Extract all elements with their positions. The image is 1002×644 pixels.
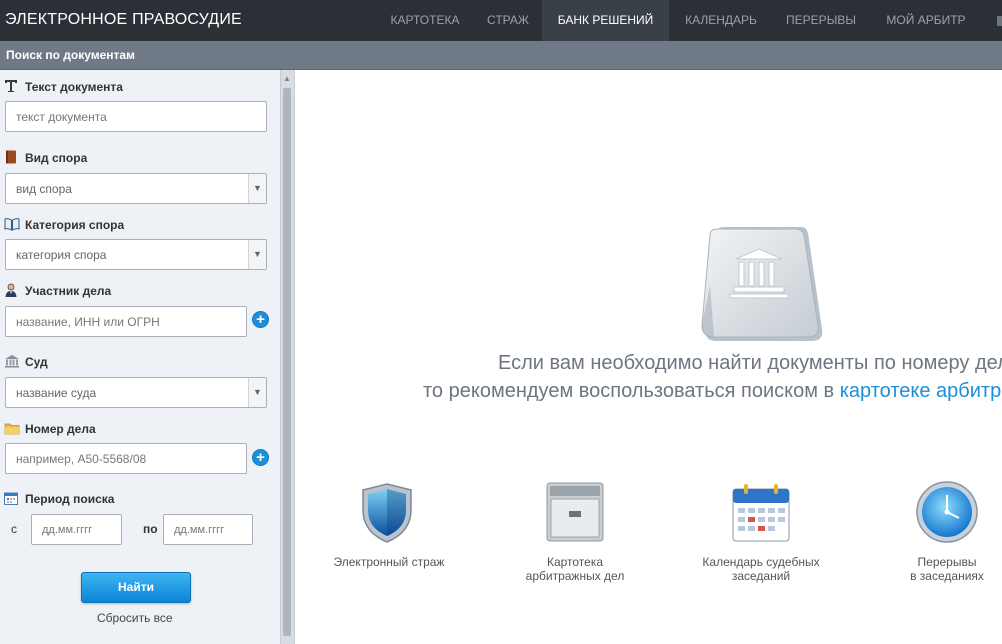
period-label: Период поиска	[25, 492, 115, 506]
dispute-category-value: категория спора	[16, 248, 107, 262]
nav-moy-arbitr[interactable]: МОЙ АРБИТР	[878, 0, 974, 41]
courthouse-icon	[5, 355, 19, 368]
shield-icon[interactable]	[360, 482, 414, 544]
participant-input[interactable]	[5, 306, 247, 337]
calendar-icon[interactable]	[732, 483, 790, 543]
court-value: название суда	[16, 386, 97, 400]
tile-pereryvy-line1: Перерывы	[917, 555, 977, 569]
tile-pereryvy-label[interactable]: Перерывы в заседаниях	[900, 555, 994, 583]
search-hint-line2-text: то рекомендуем воспользоваться поиском в	[423, 380, 840, 402]
cabinet-icon[interactable]	[545, 481, 605, 543]
nav-overflow-marker	[997, 16, 1002, 26]
tile-kartoteka-label[interactable]: Картотека арбитражных дел	[520, 555, 630, 583]
nav-bank-resheniy[interactable]: БАНК РЕШЕНИЙ	[542, 0, 669, 41]
participant-label: Участник дела	[25, 284, 112, 298]
tile-strazh-line1: Электронный страж	[333, 555, 445, 569]
add-participant-plus-icon[interactable]: +	[252, 311, 269, 328]
clock-icon[interactable]	[915, 480, 979, 544]
period-from-label: с	[11, 522, 17, 536]
search-hint-line1: Если вам необходимо найти документы по н…	[498, 352, 1002, 374]
tile-calendar-line1: Календарь судебных	[702, 555, 820, 569]
dispute-category-label: Категория спора	[25, 218, 125, 232]
book-icon	[6, 150, 16, 164]
doc-text-input[interactable]	[5, 101, 267, 132]
chevron-down-icon: ▼	[248, 240, 266, 269]
nav-strazh[interactable]: СТРАЖ	[480, 0, 536, 41]
doc-text-label: Текст документа	[25, 80, 123, 94]
sidebar-scrollbar-thumb[interactable]	[283, 88, 291, 636]
tile-kartoteka-line2: арбитражных дел	[525, 569, 625, 583]
dispute-type-value: вид спора	[16, 182, 72, 196]
scroll-up-arrow-icon[interactable]: ▲	[282, 74, 292, 84]
add-case-number-plus-icon[interactable]: +	[252, 449, 269, 466]
case-number-label: Номер дела	[25, 422, 96, 436]
calendar-small-icon	[4, 492, 18, 505]
period-to-input[interactable]	[163, 514, 253, 545]
nav-pereryvy[interactable]: ПЕРЕРЫВЫ	[778, 0, 864, 41]
section-header-bar	[0, 41, 1002, 70]
person-icon	[5, 283, 17, 297]
decisions-book-icon	[701, 227, 823, 341]
tile-pereryvy-line2: в заседаниях	[910, 569, 984, 583]
open-book-icon	[4, 218, 20, 231]
case-number-input[interactable]	[5, 443, 247, 474]
tile-kartoteka-line1: Картотека	[546, 555, 604, 569]
chevron-down-icon: ▼	[248, 174, 266, 203]
folder-icon	[4, 423, 20, 435]
panel-divider	[294, 70, 295, 644]
court-select[interactable]: название суда ▼	[5, 377, 267, 408]
period-from-input[interactable]	[31, 514, 122, 545]
kartoteka-link[interactable]: картотеке арбитра	[840, 380, 1002, 402]
search-hint-line2: то рекомендуем воспользоваться поиском в…	[423, 380, 1002, 403]
dispute-type-label: Вид спора	[25, 151, 88, 165]
nav-kalendar[interactable]: КАЛЕНДАРЬ	[676, 0, 766, 41]
tile-strazh-label[interactable]: Электронный страж	[330, 555, 448, 569]
dispute-category-select[interactable]: категория спора ▼	[5, 239, 267, 270]
tile-calendar-line2: заседаний	[731, 569, 791, 583]
find-button[interactable]: Найти	[81, 572, 191, 603]
chevron-down-icon: ▼	[248, 378, 266, 407]
period-to-label: по	[143, 522, 158, 536]
site-brand[interactable]: ЭЛЕКТРОННОЕ ПРАВОСУДИЕ	[5, 11, 242, 29]
sidebar-title: Поиск по документам	[6, 48, 135, 62]
tile-calendar-label[interactable]: Календарь судебных заседаний	[700, 555, 822, 583]
text-t-icon	[5, 80, 17, 92]
reset-all-link[interactable]: Сбросить все	[97, 611, 173, 625]
dispute-type-select[interactable]: вид спора ▼	[5, 173, 267, 204]
nav-kartoteka[interactable]: КАРТОТЕКА	[382, 0, 468, 41]
court-label: Суд	[25, 355, 48, 369]
